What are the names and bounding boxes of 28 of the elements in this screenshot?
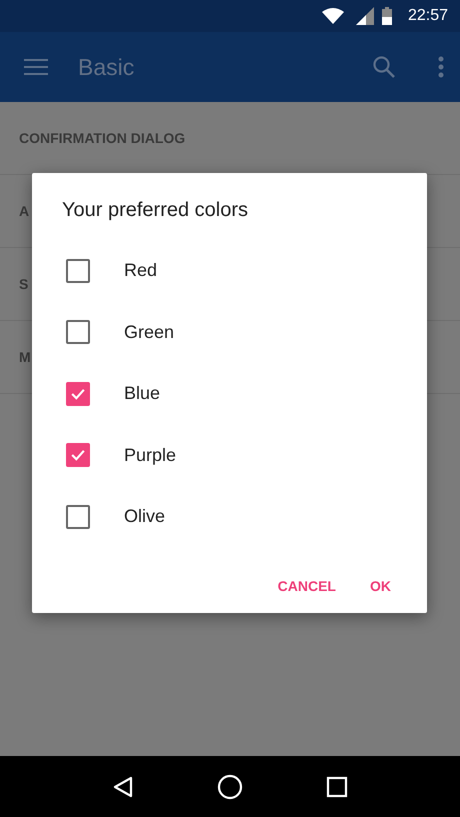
- option-label[interactable]: Green: [124, 322, 174, 343]
- home-icon[interactable]: [216, 774, 243, 800]
- signal-icon: [356, 7, 374, 25]
- search-icon[interactable]: [372, 55, 396, 79]
- menu-icon[interactable]: [24, 58, 48, 76]
- dialog-title: Your preferred colors: [61, 199, 250, 222]
- battery-icon: [382, 7, 392, 25]
- ok-button[interactable]: OK: [358, 568, 403, 604]
- checkbox[interactable]: [66, 320, 90, 344]
- list-item[interactable]: A: [19, 203, 30, 219]
- checkbox[interactable]: [66, 443, 90, 468]
- cancel-button[interactable]: CANCEL: [266, 568, 348, 604]
- list-item[interactable]: S: [19, 276, 28, 292]
- recents-icon[interactable]: [326, 776, 348, 798]
- more-options-icon[interactable]: [438, 56, 444, 78]
- option-label[interactable]: Purple: [124, 444, 176, 466]
- checkbox[interactable]: [66, 504, 90, 529]
- app-title: Basic: [78, 54, 136, 80]
- list-item[interactable]: CONFIRMATION DIALOG: [19, 130, 186, 146]
- wifi-icon: [322, 8, 344, 24]
- option-label[interactable]: Red: [124, 260, 158, 282]
- checkbox[interactable]: [66, 258, 90, 283]
- option-label[interactable]: Blue: [124, 383, 160, 404]
- option-label[interactable]: Olive: [124, 506, 166, 528]
- clock-time: 22:57: [408, 7, 448, 25]
- checkbox[interactable]: [66, 382, 90, 406]
- list-item[interactable]: M: [19, 349, 31, 365]
- back-icon[interactable]: [112, 776, 134, 798]
